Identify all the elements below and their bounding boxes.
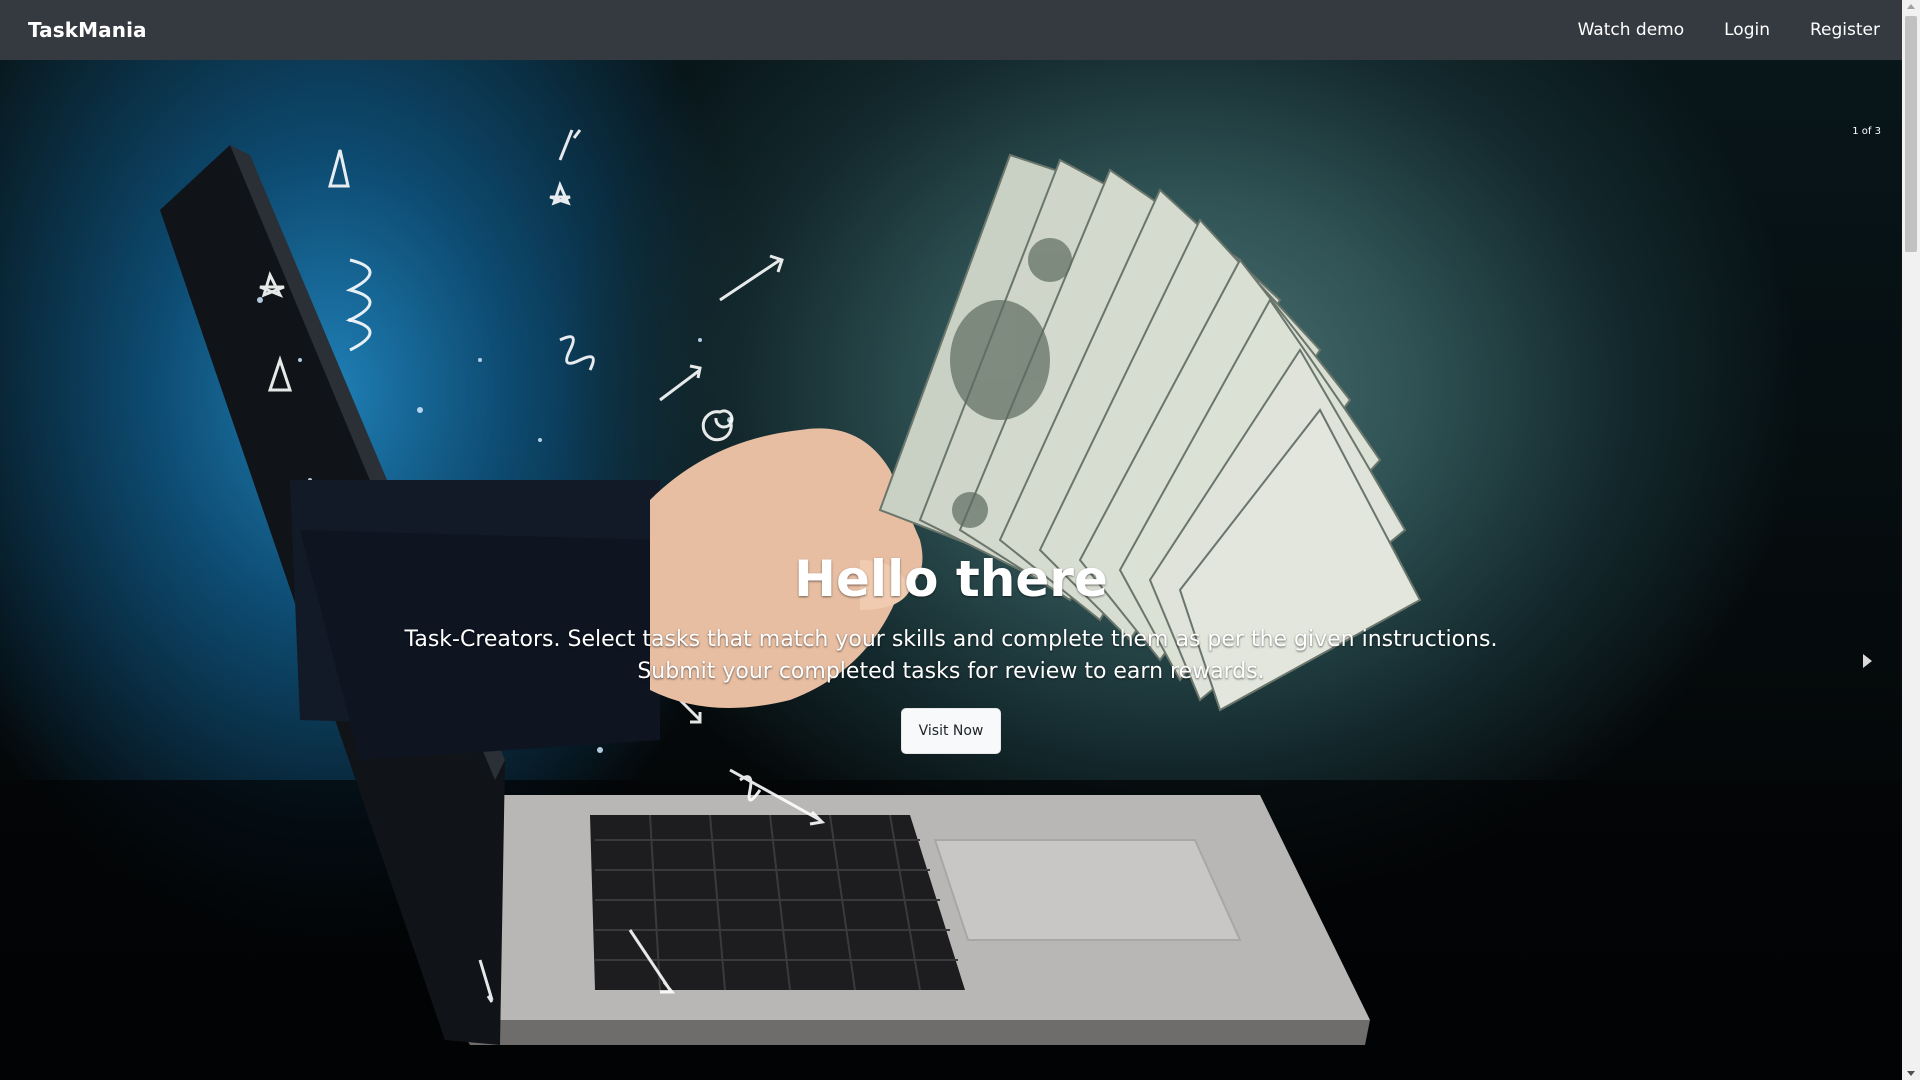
- scroll-down-icon[interactable]: [1907, 1071, 1915, 1076]
- slide-description: Task-Creators. Select tasks that match y…: [404, 627, 1498, 684]
- chevron-right-icon[interactable]: [1863, 654, 1872, 668]
- scroll-up-icon[interactable]: [1907, 4, 1915, 9]
- slide-counter: 1 of 3: [1852, 126, 1881, 137]
- carousel-caption: Hello there Task-Creators. Select tasks …: [0, 550, 1902, 754]
- nav-link-login[interactable]: Login: [1724, 20, 1770, 40]
- nav-links: Watch demo Login Register: [1538, 20, 1880, 40]
- slide-heading: Hello there: [794, 550, 1108, 608]
- scroll-thumb[interactable]: [1905, 16, 1917, 252]
- visit-now-button[interactable]: Visit Now: [900, 708, 1002, 754]
- brand-logo-text[interactable]: TaskMania: [28, 18, 147, 42]
- hero-carousel: 1 of 3 Hello there Task-Creators. Select…: [0, 60, 1902, 1080]
- nav-link-register[interactable]: Register: [1810, 20, 1880, 40]
- top-navbar: TaskMania Watch demo Login Register: [0, 0, 1902, 60]
- nav-link-watch-demo[interactable]: Watch demo: [1578, 20, 1685, 40]
- page-scrollbar[interactable]: [1902, 0, 1920, 1080]
